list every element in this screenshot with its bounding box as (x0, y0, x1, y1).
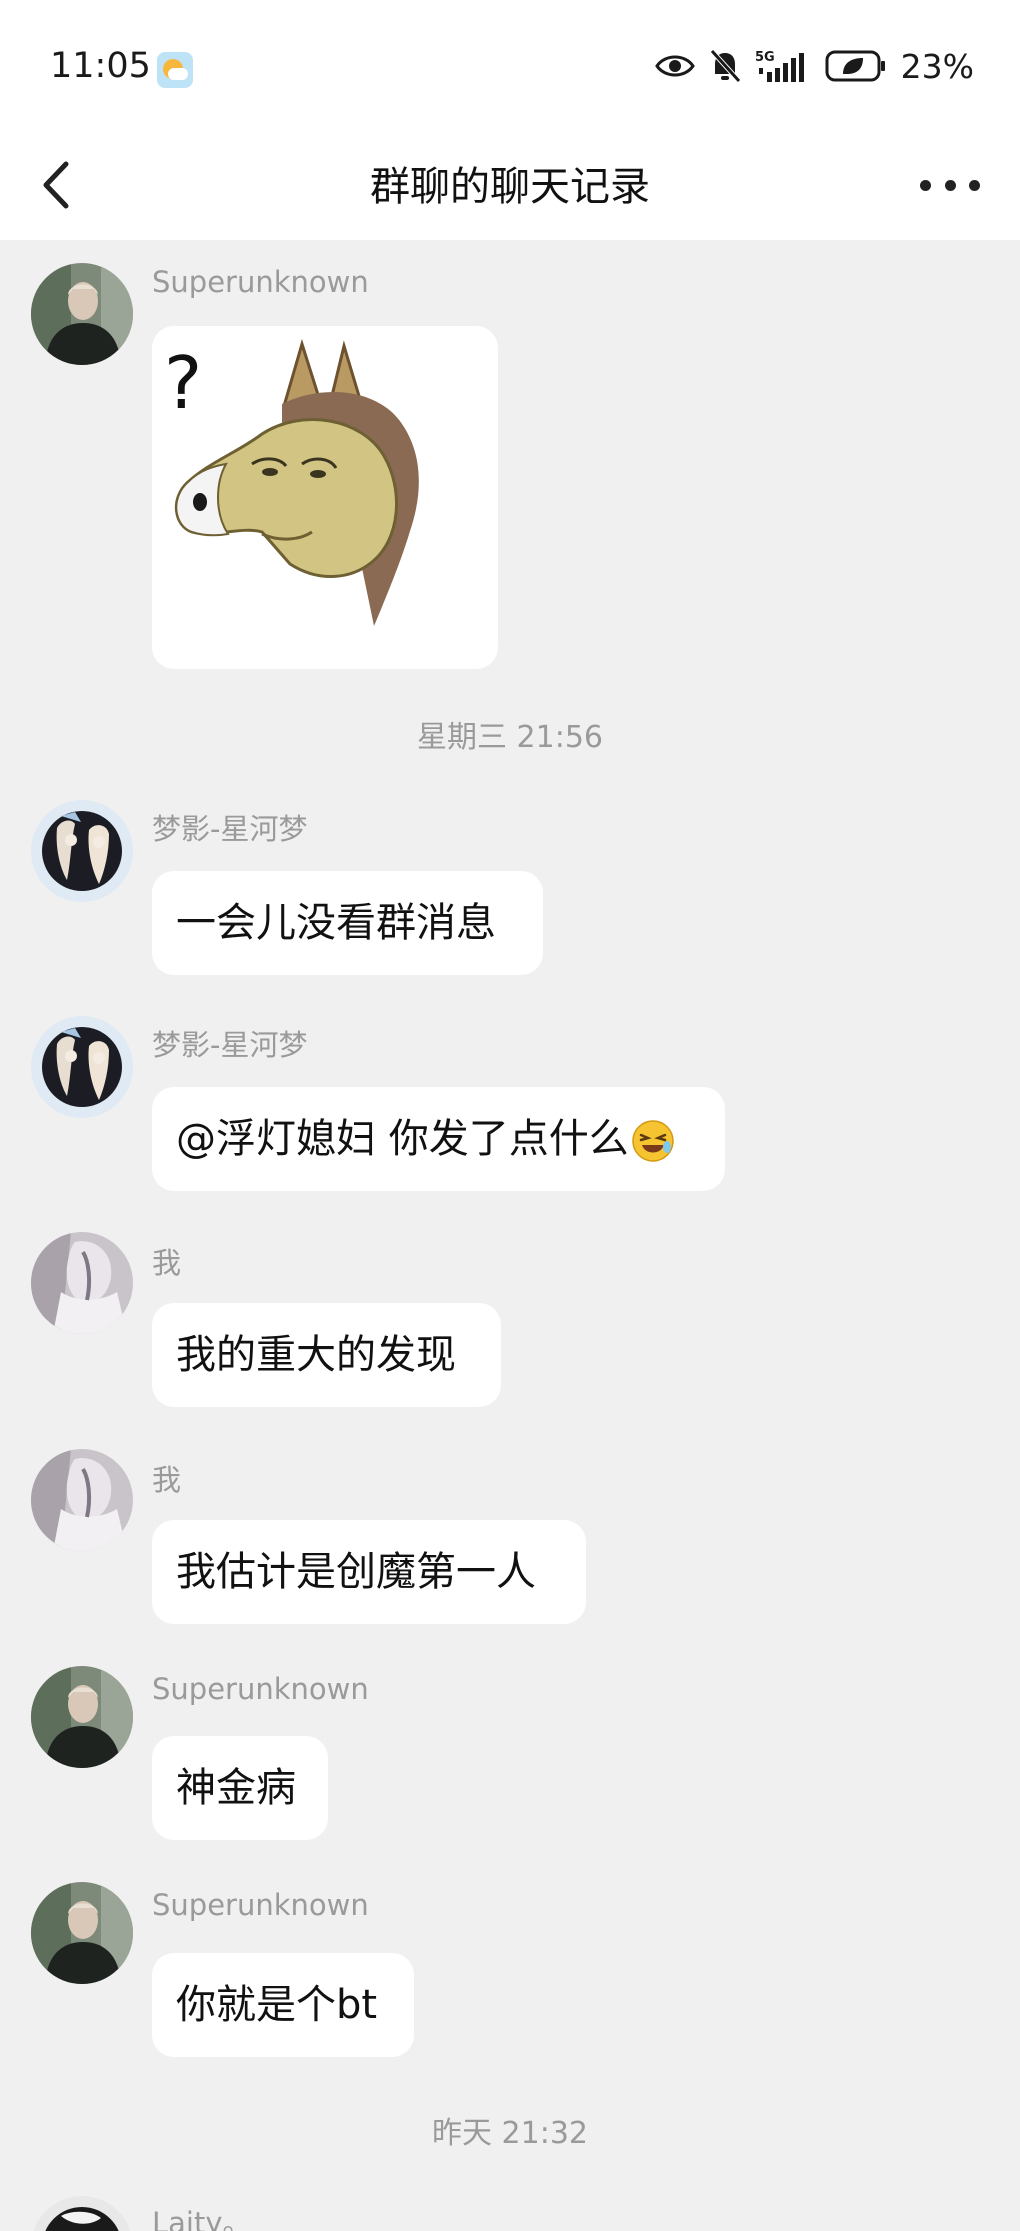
message-bubble[interactable]: @浮灯媳妇 你发了点什么 (152, 1087, 725, 1191)
message-bubble[interactable]: 神金病 (152, 1736, 328, 1840)
message-bubble[interactable]: 一会儿没看群消息 (152, 871, 543, 975)
nav-bar: 群聊的聊天记录 (0, 130, 1020, 240)
message-bubble[interactable]: 我的重大的发现 (152, 1303, 501, 1407)
timestamp-divider: 星期三 21:56 (417, 720, 603, 755)
eye-icon (654, 55, 695, 77)
sender-name: Superunknown (152, 1672, 369, 1706)
avatar[interactable] (31, 2196, 133, 2231)
message-bubble[interactable]: 我估计是创魔第一人 (152, 1520, 586, 1624)
message-text: @浮灯媳妇 你发了点什么 (176, 1116, 629, 1162)
avatar[interactable] (31, 1232, 133, 1334)
sender-name: 我 (152, 1463, 182, 1497)
battery-percent: 23% (900, 46, 974, 86)
sender-name: 梦影-星河梦 (152, 1028, 308, 1062)
battery-saver-icon (825, 50, 885, 82)
svg-text:5G: 5G (755, 50, 775, 65)
more-dots-icon (920, 179, 931, 191)
avatar[interactable] (31, 800, 133, 902)
sticker-question-mark: ? (164, 341, 202, 425)
weather-icon (157, 52, 193, 88)
status-time: 11:05 (50, 46, 151, 86)
avatar[interactable] (31, 1016, 133, 1118)
avatar[interactable] (31, 1666, 133, 1768)
message-bubble[interactable]: 你就是个bt (152, 1953, 414, 2057)
timestamp-divider: 昨天 21:32 (432, 2116, 588, 2151)
sender-name: Superunknown (152, 265, 369, 299)
sender-name: 梦影-星河梦 (152, 812, 308, 846)
sender-name: 我 (152, 1246, 182, 1280)
sticker-image[interactable]: ? (152, 326, 498, 669)
status-icons: 5G 23% (654, 46, 974, 86)
laughing-emoji-icon (631, 1120, 674, 1162)
bell-muted-icon (709, 49, 741, 83)
sender-name: Laity。 (152, 2206, 252, 2231)
more-button[interactable] (920, 160, 980, 210)
page-title: 群聊的聊天记录 (370, 164, 650, 210)
status-bar: 11:05 5G 23% (0, 0, 1020, 130)
signal-5g-icon: 5G (755, 50, 804, 82)
sender-name: Superunknown (152, 1888, 369, 1922)
avatar[interactable] (31, 1449, 133, 1551)
avatar[interactable] (31, 263, 133, 365)
avatar[interactable] (31, 1882, 133, 1984)
